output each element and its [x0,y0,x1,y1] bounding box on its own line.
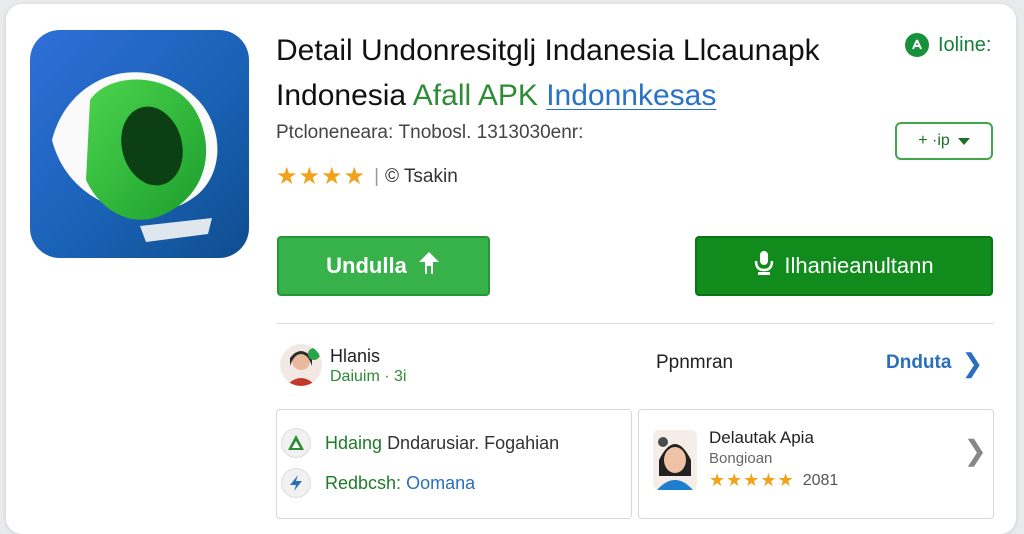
info-row-2-value[interactable]: Oomana [406,473,475,493]
app-logo-icon [30,30,249,258]
info-row-2: Redbcsh: Oomana [281,468,475,498]
status-label: Ioline: [938,33,992,56]
rating-stars: ★★★★ [276,163,367,190]
info-row-1-text: Dndarusiar. Fogahian [387,432,560,453]
divider [276,323,994,324]
title-link[interactable]: Indonnkesas [546,79,716,112]
rating: ★★★★ | © Tsakin [276,162,458,191]
page-title: Detail Undonresitglj Indanesia Llcaunapk… [276,28,896,118]
triangle-logo-icon [281,428,311,458]
info-row-1-label: Hdaing [325,432,383,453]
info-row-2-label: Redbcsh: [325,472,402,493]
related-app-title: Delautak Apia [709,428,814,447]
chevron-right-icon: ❯ [963,435,987,466]
version-dropdown[interactable]: + ·ip [895,122,993,160]
microphone-icon [754,250,774,282]
online-status-icon [905,33,929,57]
related-app-card[interactable]: Delautak Apia Bongioan ★★★★★ 2081 ❯ [638,409,994,519]
app-detail-card: Detail Undonresitglj Indanesia Llcaunapk… [6,4,1016,534]
download-button-label: Undulla [326,253,407,278]
info-row-1: Hdaing Dndarusiar. Fogahian [281,428,559,458]
title-line1: Detail Undonresitglj Indanesia Llcaunapk [276,34,820,67]
rating-separator: | [374,165,379,187]
download-button[interactable]: Undulla [277,236,490,296]
secondary-button-label: Ilhanieanultann [784,253,934,278]
lightning-icon [281,468,311,498]
chevron-right-icon: ❯ [961,348,984,378]
secondary-download-button[interactable]: Ilhanieanultann [695,236,993,296]
online-status: Ioline: [905,32,991,58]
sub-info: Ptclonenearа: Tnobosl. 1313030enr: [276,122,584,143]
info-panel: Hdaing Dndarusiar. Fogahian Redbcsh: Oom… [276,409,632,519]
download-arrow-icon [417,250,441,282]
title-line2: Indonesia Afall APK Indonnkesas [276,73,896,118]
dropdown-label: + ·ip [918,132,950,149]
developer-middle-text: Ppnmran [656,352,734,373]
thumbnail-icon [653,430,697,490]
related-app-rating: ★★★★★ 2081 [709,470,838,491]
developer-link-label: Dnduta [886,352,952,373]
related-app-rating-count: 2081 [802,471,839,489]
related-app-stars: ★★★★★ [709,470,795,490]
developer-row: Hlanis Daiuim · 3i Ppnmran Dnduta ❯ [276,334,994,394]
avatar-icon [280,344,322,386]
dropdown-caret-icon [957,137,970,145]
title-tag: Afall APK [412,79,538,112]
rating-text: © Tsakin [385,165,458,187]
developer-sub: Daiuim · 3i [330,368,407,385]
related-app-subtitle: Bongioan [709,450,773,467]
developer-name: Hlanis [330,346,381,366]
developer-link[interactable]: Dnduta ❯ [886,350,983,376]
title-text: Indonesia [276,79,407,112]
